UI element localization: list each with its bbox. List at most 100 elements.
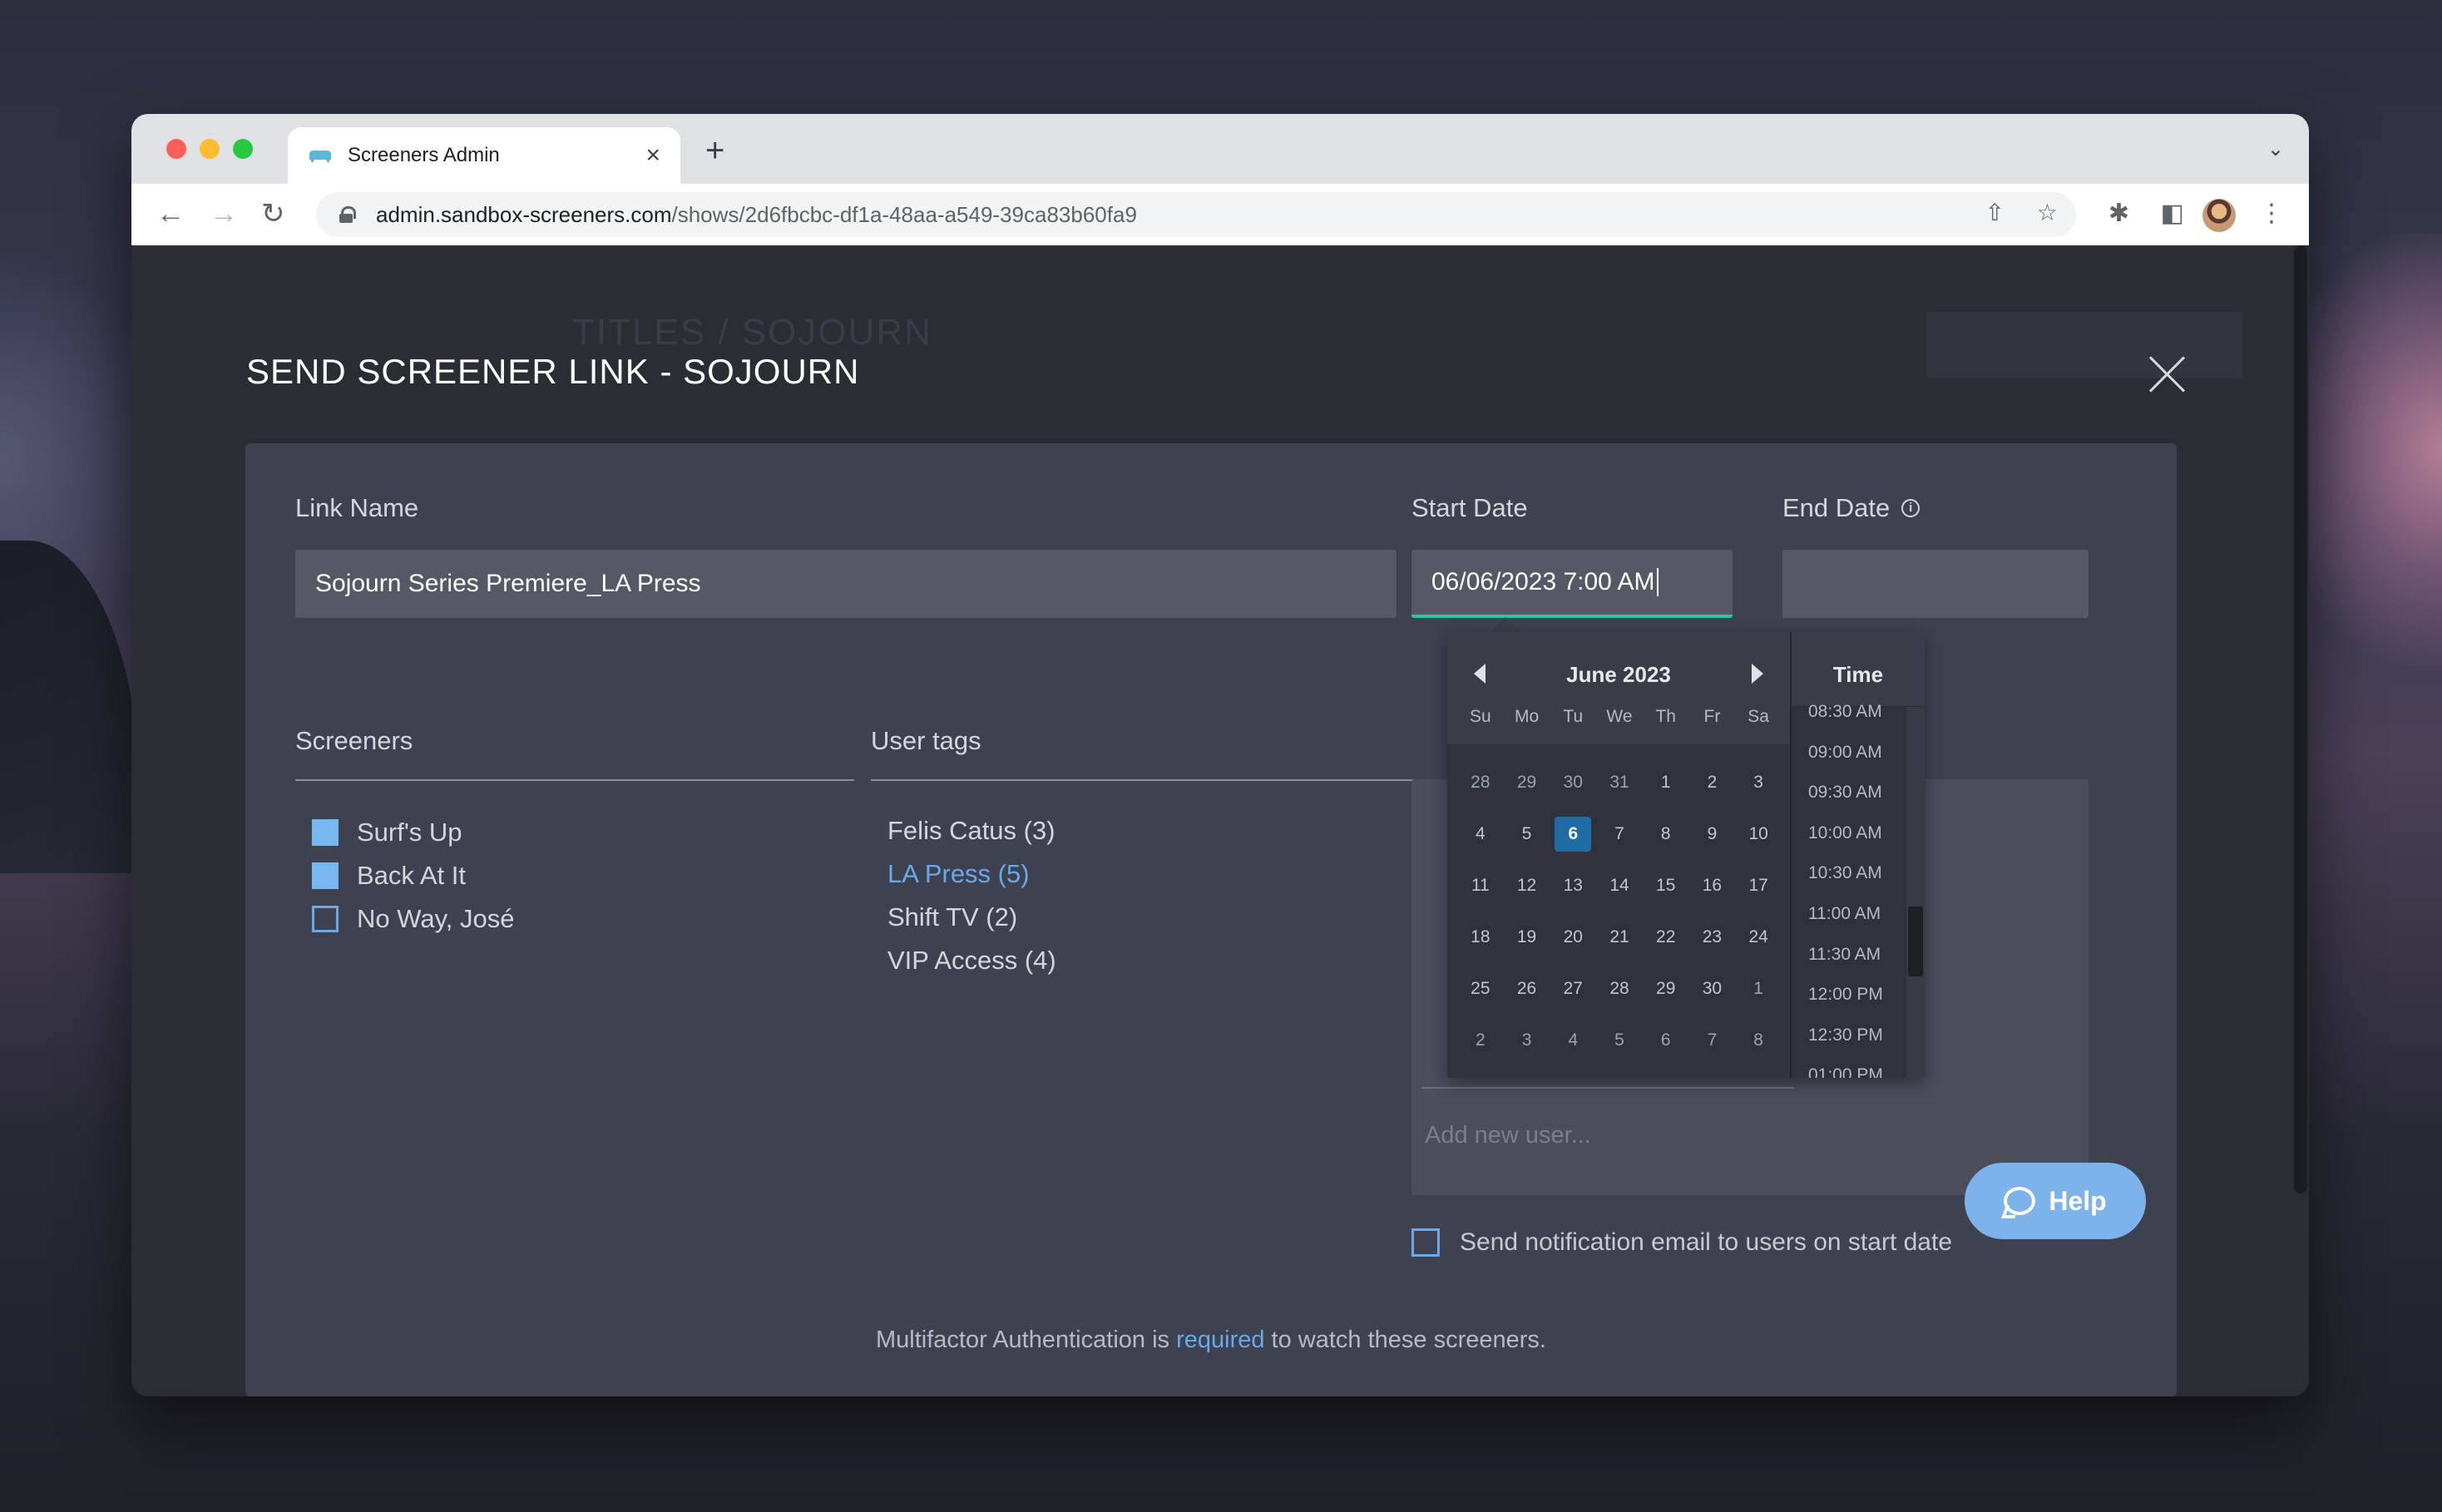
- address-bar[interactable]: admin.sandbox-screeners.com/shows/2d6fbc…: [316, 192, 2076, 237]
- time-option[interactable]: 12:00 PM: [1792, 975, 1908, 1015]
- time-option[interactable]: 11:30 AM: [1792, 935, 1908, 976]
- help-button[interactable]: Help: [1965, 1163, 2146, 1239]
- user-tag-shift-tv[interactable]: Shift TV (2): [887, 902, 1017, 932]
- calendar-day[interactable]: 30: [1689, 971, 1736, 1006]
- calendar-day[interactable]: 28: [1457, 765, 1504, 800]
- screener-checkbox[interactable]: [312, 819, 339, 846]
- calendar-day[interactable]: 3: [1504, 1023, 1550, 1058]
- page-scrollbar[interactable]: [2291, 245, 2309, 1193]
- time-option[interactable]: 10:30 AM: [1792, 853, 1908, 894]
- calendar-day[interactable]: 4: [1457, 817, 1504, 852]
- time-option[interactable]: 11:00 AM: [1792, 894, 1908, 935]
- calendar-day[interactable]: 29: [1504, 765, 1550, 800]
- tab-close-icon[interactable]: ×: [645, 143, 660, 168]
- calendar-day[interactable]: 11: [1457, 868, 1504, 903]
- screener-item-surfs-up[interactable]: Surf's Up: [312, 818, 462, 847]
- time-option[interactable]: 08:30 AM: [1792, 692, 1908, 733]
- calendar-day[interactable]: 28: [1596, 971, 1643, 1006]
- user-tag-felis-catus[interactable]: Felis Catus (3): [887, 816, 1055, 846]
- notify-option[interactable]: Send notification email to users on star…: [1411, 1228, 1952, 1257]
- forward-arrow-icon[interactable]: →: [210, 197, 238, 230]
- start-date-input[interactable]: 06/06/2023 7:00 AM: [1411, 550, 1733, 618]
- calendar-day[interactable]: 8: [1643, 817, 1689, 852]
- extensions-puzzle-icon[interactable]: ✱: [2108, 199, 2129, 228]
- reload-icon[interactable]: ↻: [261, 197, 285, 230]
- screeners-heading: Screeners: [295, 726, 413, 755]
- close-window-button[interactable]: [166, 139, 186, 159]
- time-option[interactable]: 09:30 AM: [1792, 773, 1908, 813]
- time-option[interactable]: 01:00 PM: [1792, 1055, 1908, 1078]
- calendar-day-selected[interactable]: 6: [1555, 817, 1592, 852]
- back-arrow-icon[interactable]: ←: [156, 197, 185, 230]
- time-option[interactable]: 10:00 AM: [1792, 813, 1908, 854]
- tab-search-chevron-icon[interactable]: ⌄: [2267, 137, 2284, 161]
- calendar-day[interactable]: 1: [1643, 765, 1689, 800]
- time-option[interactable]: 12:30 PM: [1792, 1015, 1908, 1056]
- next-month-arrow-icon[interactable]: [1752, 664, 1763, 684]
- calendar-day[interactable]: 1: [1735, 971, 1782, 1006]
- calendar-day[interactable]: 20: [1550, 920, 1596, 955]
- calendar-day[interactable]: 17: [1735, 868, 1782, 903]
- calendar-day[interactable]: 8: [1735, 1023, 1782, 1058]
- calendar-day[interactable]: 26: [1504, 971, 1550, 1006]
- calendar-day[interactable]: 25: [1457, 971, 1504, 1006]
- calendar-day[interactable]: 5: [1504, 817, 1550, 852]
- add-user-input[interactable]: Add new user...: [1425, 1122, 1591, 1149]
- calendar-day[interactable]: 21: [1596, 920, 1643, 955]
- profile-avatar[interactable]: [2202, 199, 2236, 232]
- user-tag-vip-access[interactable]: VIP Access (4): [887, 946, 1056, 976]
- screener-checkbox[interactable]: [312, 906, 339, 932]
- minimize-window-button[interactable]: [200, 139, 220, 159]
- new-tab-button[interactable]: +: [705, 132, 724, 170]
- calendar-day[interactable]: 3: [1735, 765, 1782, 800]
- calendar-day[interactable]: 2: [1457, 1023, 1504, 1058]
- modal-close-icon[interactable]: [2148, 355, 2186, 393]
- notify-label: Send notification email to users on star…: [1460, 1228, 1953, 1256]
- calendar-day[interactable]: 22: [1643, 920, 1689, 955]
- calendar-day[interactable]: 16: [1689, 868, 1736, 903]
- screener-item-back-at-it[interactable]: Back At It: [312, 861, 466, 891]
- browser-tab[interactable]: Screeners Admin ×: [288, 127, 680, 184]
- calendar-day[interactable]: 13: [1550, 868, 1596, 903]
- page-scrollbar-thumb[interactable]: [2294, 245, 2307, 1193]
- calendar-day[interactable]: 9: [1689, 817, 1736, 852]
- calendar-day[interactable]: 7: [1689, 1023, 1736, 1058]
- calendar-day[interactable]: 23: [1689, 920, 1736, 955]
- background-page-button: [1926, 312, 2242, 378]
- calendar-day[interactable]: 10: [1735, 817, 1782, 852]
- notify-checkbox[interactable]: [1411, 1228, 1440, 1257]
- lock-icon[interactable]: [339, 206, 356, 223]
- maximize-window-button[interactable]: [233, 139, 253, 159]
- end-date-input[interactable]: [1782, 550, 2089, 618]
- time-scrollbar[interactable]: [1906, 707, 1925, 1078]
- calendar-day[interactable]: 18: [1457, 920, 1504, 955]
- calendar-day[interactable]: 12: [1504, 868, 1550, 903]
- calendar-day[interactable]: 5: [1596, 1023, 1643, 1058]
- calendar-day[interactable]: 2: [1689, 765, 1736, 800]
- calendar-day[interactable]: 14: [1596, 868, 1643, 903]
- calendar-day[interactable]: 6: [1643, 1023, 1689, 1058]
- screener-checkbox[interactable]: [312, 862, 339, 889]
- calendar-day[interactable]: 15: [1643, 868, 1689, 903]
- calendar-day[interactable]: 7: [1596, 817, 1643, 852]
- time-option[interactable]: 09:00 AM: [1792, 733, 1908, 773]
- calendar-day[interactable]: 4: [1550, 1023, 1596, 1058]
- time-scrollbar-thumb[interactable]: [1908, 907, 1923, 976]
- calendar-day[interactable]: 19: [1504, 920, 1550, 955]
- screener-label: Surf's Up: [357, 818, 462, 847]
- link-name-input[interactable]: Sojourn Series Premiere_LA Press: [295, 550, 1396, 618]
- info-icon[interactable]: i: [1901, 499, 1920, 517]
- calendar-day[interactable]: 27: [1550, 971, 1596, 1006]
- calendar-day[interactable]: 29: [1643, 971, 1689, 1006]
- calendar-day[interactable]: 31: [1596, 765, 1643, 800]
- star-icon[interactable]: ☆: [2037, 199, 2058, 226]
- side-panel-icon[interactable]: ◧: [2161, 199, 2184, 228]
- weekday-headers: Su Mo Tu We Th Fr Sa: [1457, 707, 1782, 727]
- calendar-day[interactable]: 24: [1735, 920, 1782, 955]
- screener-item-no-way-jose[interactable]: No Way, José: [312, 904, 515, 934]
- mfa-required-link[interactable]: required: [1176, 1327, 1264, 1353]
- user-tag-la-press[interactable]: LA Press (5): [887, 859, 1030, 889]
- calendar-day[interactable]: 30: [1550, 765, 1596, 800]
- share-icon[interactable]: ⇧: [1985, 199, 2005, 226]
- kebab-menu-icon[interactable]: ⋮: [2259, 199, 2284, 228]
